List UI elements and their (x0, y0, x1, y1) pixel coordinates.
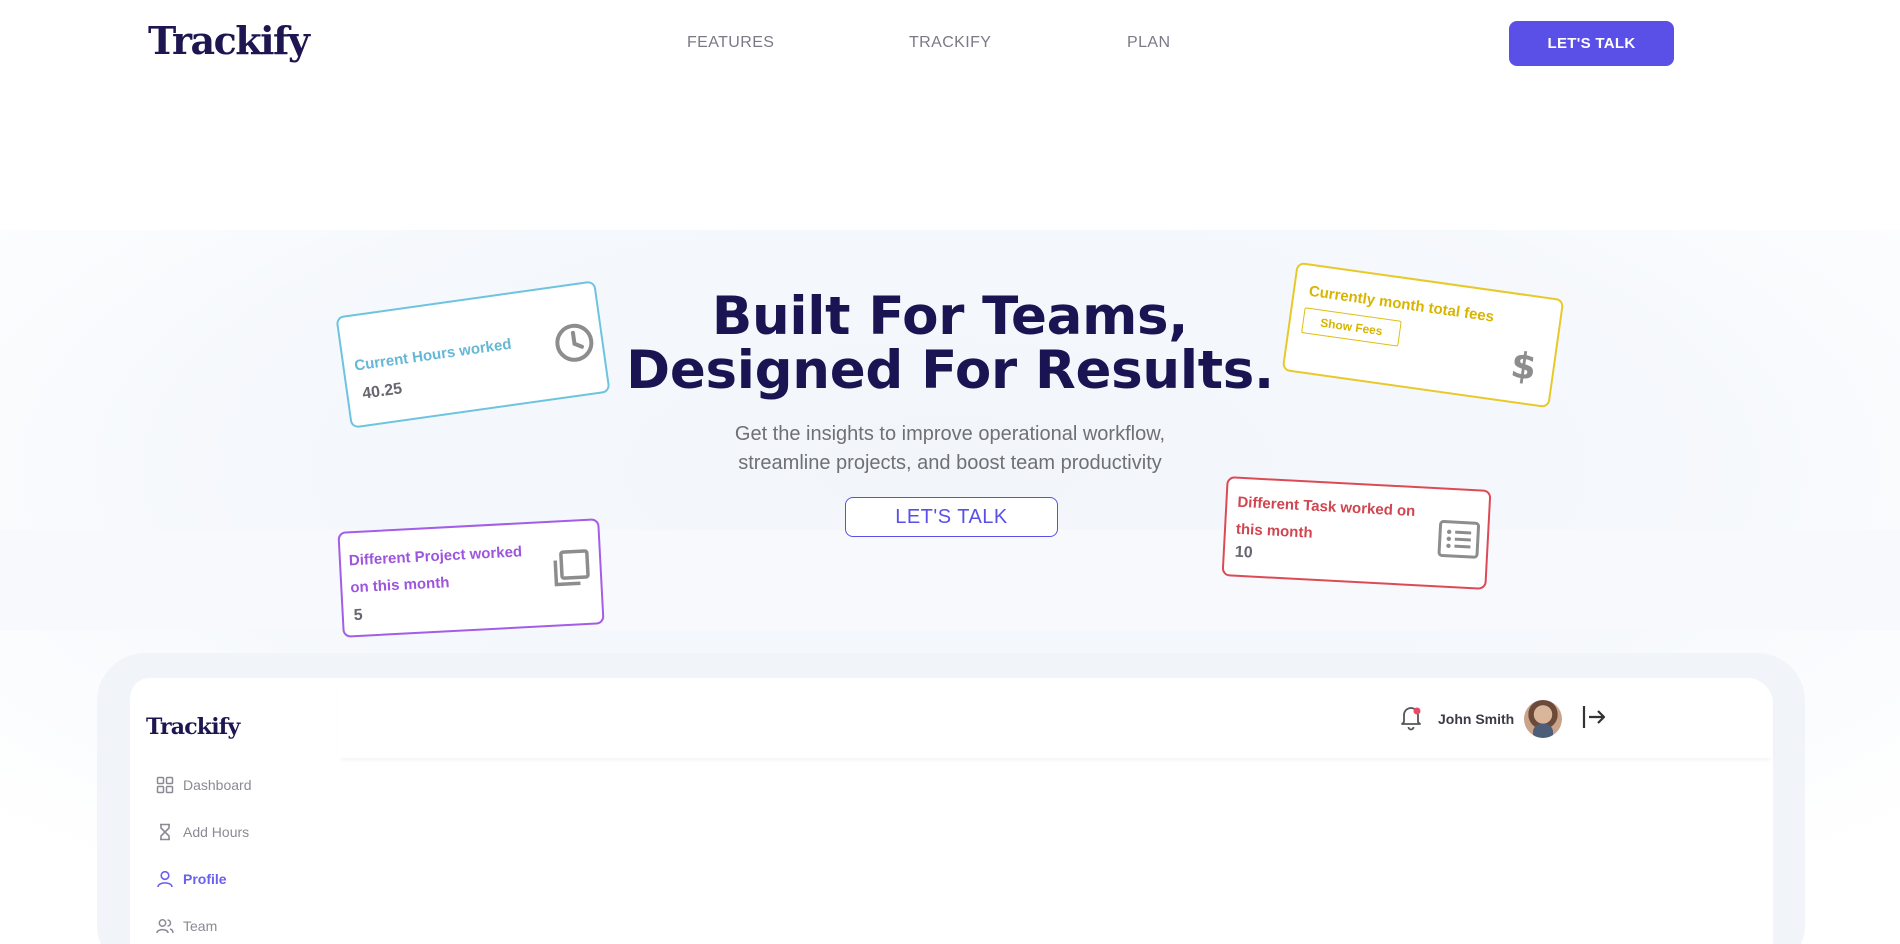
site-logo[interactable]: Trackify (148, 18, 310, 63)
user-name: John Smith (1438, 711, 1515, 727)
hourglass-icon (160, 823, 170, 841)
clock-icon (551, 319, 599, 371)
card-title: Different Project worked on this month (348, 543, 523, 597)
projects-card: Different Project worked on this month 5 (337, 518, 605, 638)
user-icon (157, 870, 173, 888)
sidebar-item-dashboard[interactable]: Dashboard (156, 776, 252, 794)
card-value: 10 (1234, 543, 1254, 562)
hero-lets-talk-button[interactable]: LET'S TALK (845, 497, 1058, 537)
sidebar-item-team[interactable]: Team (156, 917, 217, 935)
nav-lets-talk-button[interactable]: LET'S TALK (1509, 21, 1674, 66)
sidebar-item-label: Add Hours (183, 824, 250, 840)
hero-band (0, 530, 1900, 630)
nav-link-plan[interactable]: PLAN (1127, 34, 1170, 52)
grid-icon (156, 776, 174, 794)
users-icon (156, 919, 174, 934)
dashboard-logo: Trackify (146, 714, 240, 740)
logout-icon[interactable] (1580, 703, 1608, 736)
sidebar-item-profile[interactable]: Profile (156, 870, 227, 888)
tasks-card: Different Task worked on this month 10 (1221, 476, 1492, 590)
sidebar-item-add-hours[interactable]: Add Hours (156, 823, 249, 841)
hero-title: Built For Teams, Designed For Results. (626, 286, 1274, 401)
card-value: 40.25 (361, 380, 404, 403)
dollar-icon: $ (1505, 342, 1541, 393)
top-nav: Trackify FEATURES TRACKIFY PLAN LET'S TA… (0, 0, 1900, 86)
avatar[interactable] (1524, 700, 1563, 738)
hero-subtitle: Get the insights to improve operational … (734, 423, 1166, 474)
sidebar-item-label: Team (183, 918, 218, 934)
card-value: 5 (353, 606, 364, 625)
card-title: Different Task worked on this month (1235, 493, 1416, 542)
sidebar-item-label: Profile (183, 871, 227, 887)
card-title: Current Hours worked (353, 335, 513, 375)
sidebar-item-label: Dashboard (183, 777, 252, 793)
nav-link-trackify[interactable]: TRACKIFY (909, 34, 991, 52)
svg-text:$: $ (1508, 345, 1539, 388)
copy-icon (549, 547, 593, 596)
nav-link-features[interactable]: FEATURES (687, 34, 774, 52)
bell-icon[interactable] (1398, 703, 1424, 736)
list-icon (1437, 519, 1481, 564)
user-area: John Smith (1398, 700, 1608, 738)
